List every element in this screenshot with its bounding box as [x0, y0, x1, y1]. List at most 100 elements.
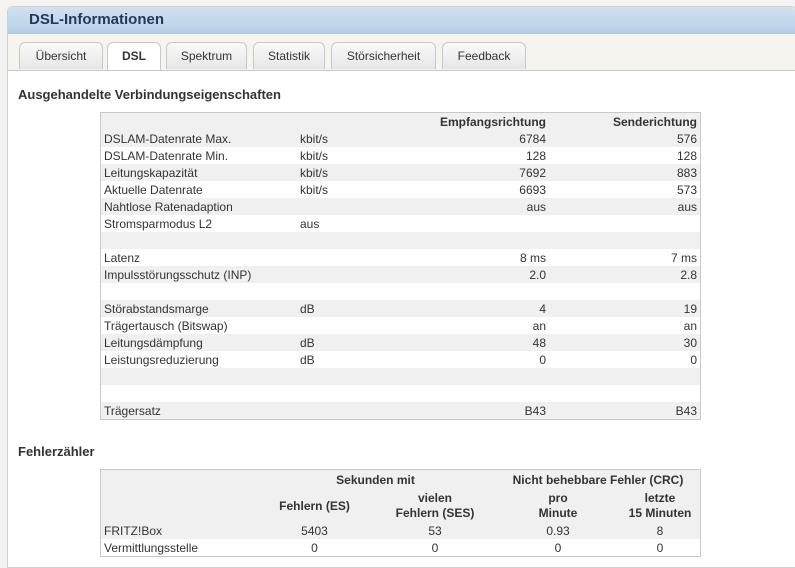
cell-unit [297, 317, 363, 334]
cell-up: 19 [549, 300, 701, 317]
cell-unit: kbit/s [297, 164, 363, 181]
cell-label: Störabstandsmarge [100, 300, 297, 317]
tab-uebersicht[interactable]: Übersicht [19, 42, 103, 69]
cell-up [549, 283, 701, 300]
cell-unit [297, 385, 363, 402]
cell-label: Vermittlungsstelle [100, 539, 255, 557]
table-row: Störabstandsmarge dB 4 19 [100, 300, 701, 317]
cell-label: Trägertausch (Bitswap) [100, 317, 297, 334]
cell-per_min: 0 [496, 539, 620, 557]
cell-unit: kbit/s [297, 130, 363, 147]
title-bar: DSL-Informationen [8, 7, 795, 34]
cell-up: 0 [549, 351, 701, 368]
table-row: Trägertausch (Bitswap) an an [100, 317, 701, 334]
cell-down [363, 385, 549, 402]
col-header-es: Fehlern (ES) [255, 490, 374, 522]
cell-up: 128 [549, 147, 701, 164]
col-header-down: Empfangsrichtung [363, 112, 549, 130]
cell-label: Aktuelle Datenrate [100, 181, 297, 198]
error-counter-table: Sekunden mit Nicht behebbare Fehler (CRC… [100, 469, 701, 557]
table-row [100, 232, 701, 249]
cell-unit: dB [297, 351, 363, 368]
cell-es: 0 [255, 539, 374, 557]
tab-statistik[interactable]: Statistik [253, 42, 325, 69]
col-header-per-minute: pro Minute [496, 490, 620, 522]
cell-down [363, 215, 549, 232]
cell-unit [297, 198, 363, 215]
cell-unit: dB [297, 300, 363, 317]
cell-unit: aus [297, 215, 363, 232]
cell-es: 5403 [255, 522, 374, 539]
cell-unit [297, 283, 363, 300]
cell-up [549, 215, 701, 232]
cell-down: aus [363, 198, 549, 215]
cell-up: 576 [549, 130, 701, 147]
table-row: DSLAM-Datenrate Max. kbit/s 6784 576 [100, 130, 701, 147]
cell-unit [297, 266, 363, 283]
cell-label: Impulsstörungsschutz (INP) [100, 266, 297, 283]
table-row: DSLAM-Datenrate Min. kbit/s 128 128 [100, 147, 701, 164]
col-header-ses: vielen Fehlern (SES) [374, 490, 496, 522]
cell-label: Leitungsdämpfung [100, 334, 297, 351]
cell-label: Stromsparmodus L2 [100, 215, 297, 232]
cell-label: Leistungsreduzierung [100, 351, 297, 368]
cell-ses: 53 [374, 522, 496, 539]
cell-down: 7692 [363, 164, 549, 181]
section-heading-connection: Ausgehandelte Verbindungseigenschaften [18, 87, 281, 102]
cell-label: Leitungskapazität [100, 164, 297, 181]
table-row: Leitungsdämpfung dB 48 30 [100, 334, 701, 351]
cell-label: DSLAM-Datenrate Min. [100, 147, 297, 164]
cell-down: 8 ms [363, 249, 549, 266]
cell-up [549, 232, 701, 249]
cell-label: DSLAM-Datenrate Max. [100, 130, 297, 147]
cell-down: 2.0 [363, 266, 549, 283]
cell-per_min: 0.93 [496, 522, 620, 539]
tab-stoersicherheit[interactable]: Störsicherheit [331, 42, 436, 69]
cell-down: 6693 [363, 181, 549, 198]
table-row: FRITZ!Box 5403 53 0.93 8 [100, 522, 701, 539]
table-row [100, 283, 701, 300]
group-header-seconds: Sekunden mit [255, 469, 496, 490]
cell-label: Nahtlose Ratenadaption [100, 198, 297, 215]
cell-label [100, 232, 297, 249]
cell-unit [297, 232, 363, 249]
connection-table: Empfangsrichtung Senderichtung DSLAM-Dat… [100, 112, 701, 420]
table-row: Leistungsreduzierung dB 0 0 [100, 351, 701, 368]
cell-last15: 0 [620, 539, 701, 557]
table-row [100, 368, 701, 385]
cell-ses: 0 [374, 539, 496, 557]
col-header-last15: letzte 15 Minuten [620, 490, 701, 522]
cell-down: 48 [363, 334, 549, 351]
cell-unit [297, 368, 363, 385]
cell-down: an [363, 317, 549, 334]
section-heading-errors: Fehlerzähler [18, 444, 95, 459]
cell-label: Trägersatz [100, 402, 297, 420]
cell-up: B43 [549, 402, 701, 420]
cell-down [363, 283, 549, 300]
cell-up: 30 [549, 334, 701, 351]
cell-up: aus [549, 198, 701, 215]
cell-up: 2.8 [549, 266, 701, 283]
tab-bar: Übersicht DSL Spektrum Statistik Störsic… [8, 34, 795, 71]
cell-label [100, 368, 297, 385]
tab-dsl[interactable]: DSL [107, 42, 161, 70]
cell-down: 128 [363, 147, 549, 164]
cell-down: 0 [363, 351, 549, 368]
cell-up: 7 ms [549, 249, 701, 266]
tab-spektrum[interactable]: Spektrum [166, 42, 247, 69]
tab-feedback[interactable]: Feedback [442, 42, 526, 69]
group-header-crc: Nicht behebbare Fehler (CRC) [496, 469, 701, 490]
cell-label [100, 385, 297, 402]
cell-unit: kbit/s [297, 147, 363, 164]
cell-last15: 8 [620, 522, 701, 539]
cell-unit [297, 402, 363, 420]
cell-down [363, 368, 549, 385]
cell-down: B43 [363, 402, 549, 420]
cell-unit: kbit/s [297, 181, 363, 198]
table-row [100, 385, 701, 402]
table-row: Aktuelle Datenrate kbit/s 6693 573 [100, 181, 701, 198]
cell-unit [297, 249, 363, 266]
table-row: Latenz 8 ms 7 ms [100, 249, 701, 266]
cell-label [100, 283, 297, 300]
table-row: Trägersatz B43 B43 [100, 402, 701, 420]
